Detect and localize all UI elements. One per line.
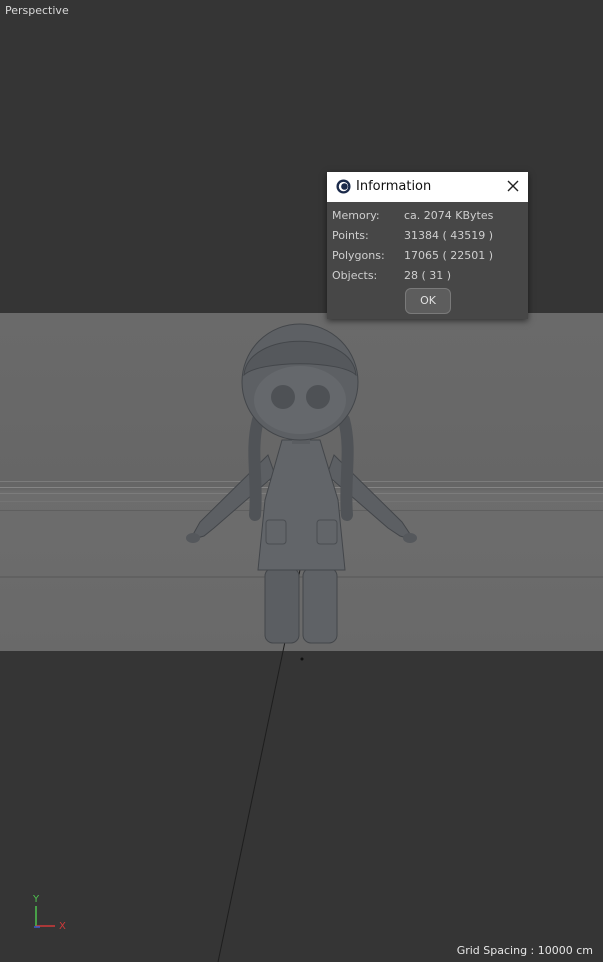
ok-button[interactable]: OK — [405, 288, 451, 314]
info-row-polygons: Polygons: 17065 ( 22501 ) — [327, 247, 528, 267]
info-value: ca. 2074 KBytes — [404, 209, 494, 222]
info-key: Objects: — [332, 269, 378, 282]
info-key: Polygons: — [332, 249, 385, 262]
info-value: 28 ( 31 ) — [404, 269, 452, 282]
cinema4d-app-icon — [336, 179, 351, 194]
info-row-points: Points: 31384 ( 43519 ) — [327, 227, 528, 247]
dialog-titlebar[interactable]: Information — [327, 172, 528, 202]
info-row-memory: Memory: ca. 2074 KBytes — [327, 207, 528, 227]
info-key: Memory: — [332, 209, 380, 222]
axis-gizmo: Y X — [32, 894, 66, 932]
dialog-title: Information — [356, 179, 432, 194]
info-key: Points: — [332, 229, 369, 242]
info-value: 31384 ( 43519 ) — [404, 229, 494, 242]
information-dialog[interactable]: Information Memory: ca. 2074 KBytes Poin… — [327, 172, 528, 319]
info-row-objects: Objects: 28 ( 31 ) — [327, 267, 528, 287]
grid-spacing-readout: Grid Spacing : 10000 cm — [456, 944, 593, 957]
character-model[interactable] — [0, 0, 603, 962]
3d-viewport[interactable]: Perspective Information Memory: ca. 2074… — [0, 0, 603, 962]
info-rows: Memory: ca. 2074 KBytes Points: 31384 ( … — [327, 202, 528, 287]
info-value: 17065 ( 22501 ) — [404, 249, 494, 262]
y-axis-label: Y — [32, 894, 40, 905]
close-icon[interactable] — [506, 179, 520, 193]
x-axis-label: X — [59, 921, 66, 932]
